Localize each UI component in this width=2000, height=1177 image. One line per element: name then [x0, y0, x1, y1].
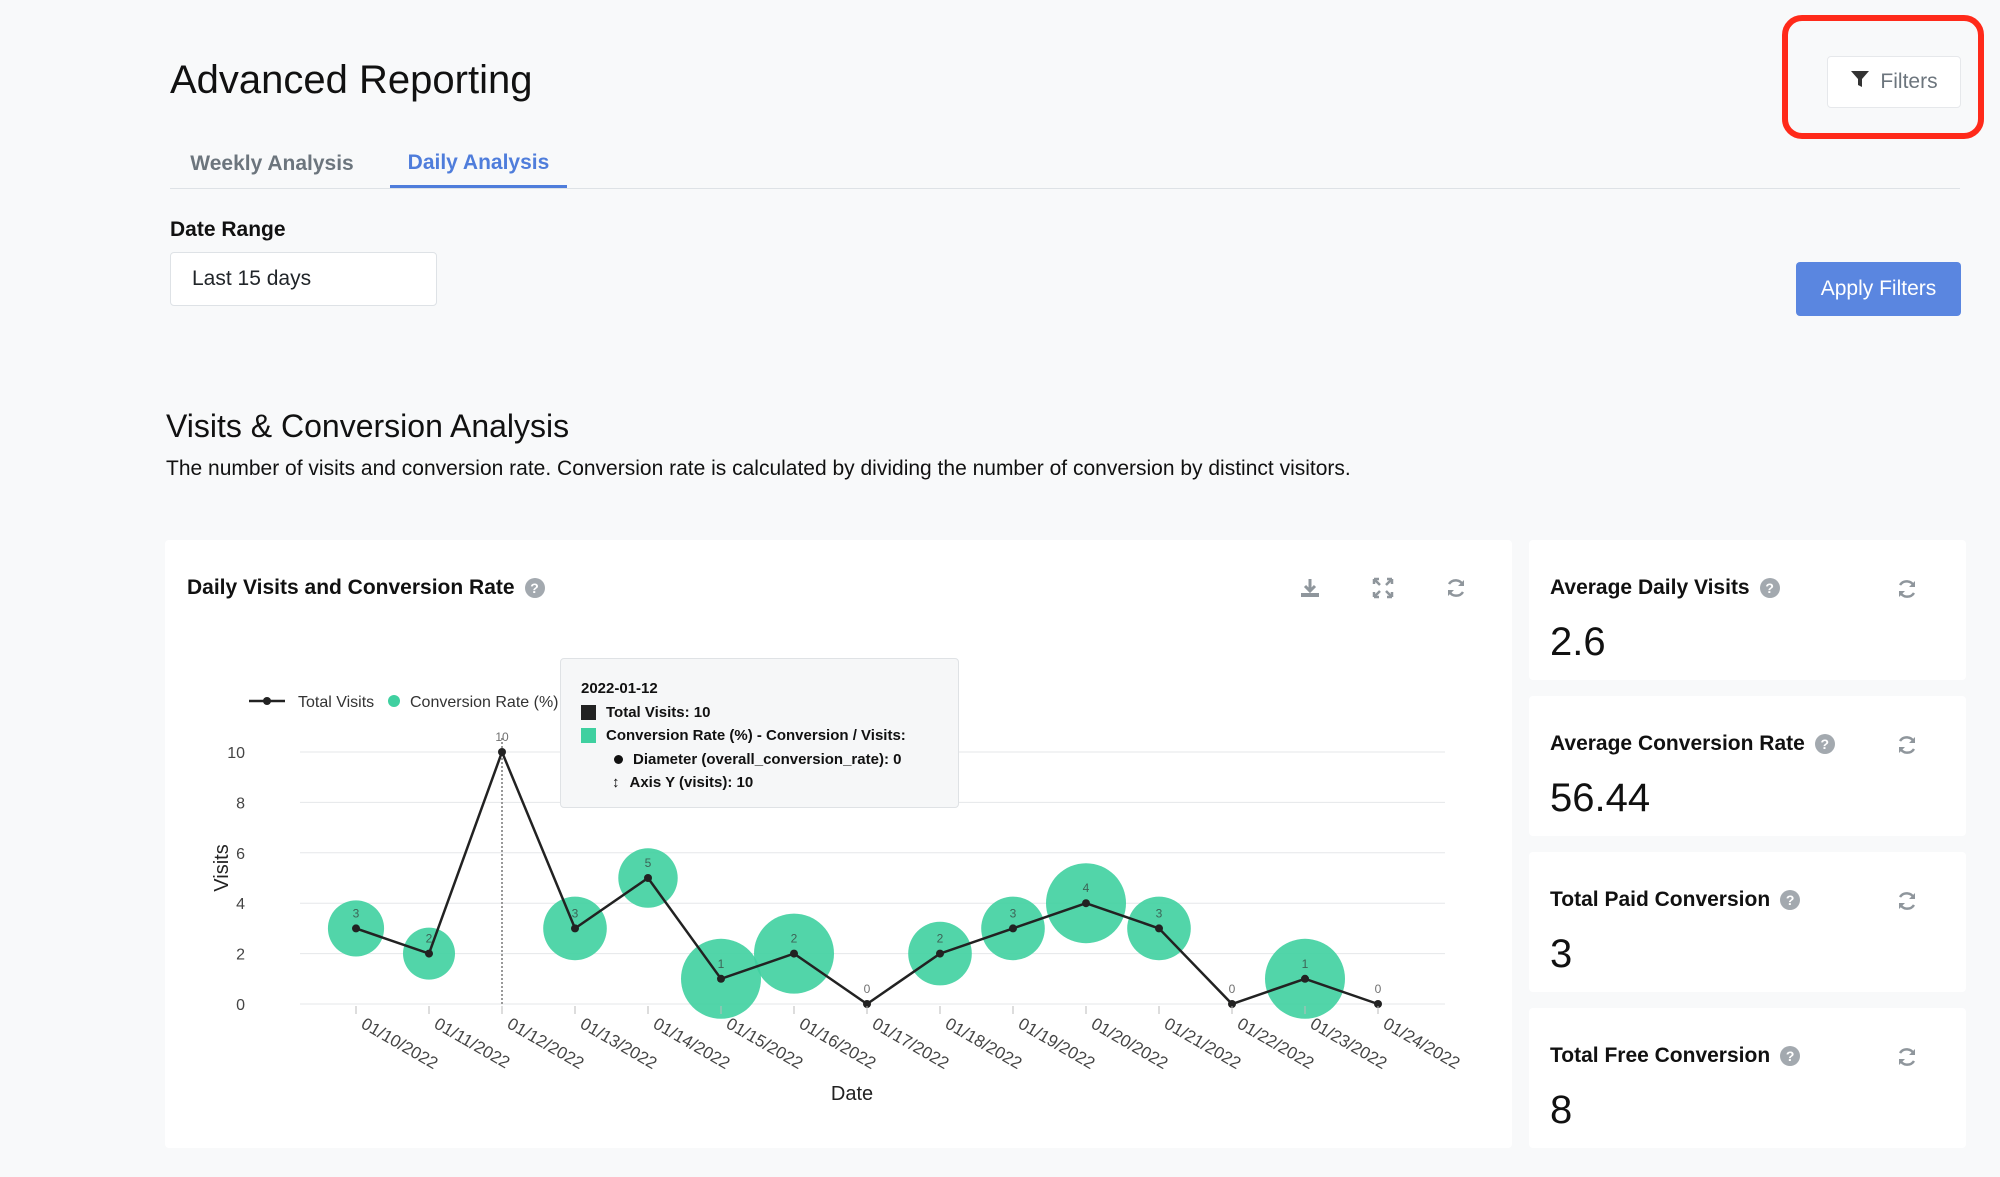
stat-title: Average Conversion Rate	[1550, 732, 1805, 755]
vertical-arrow-icon: ↕	[612, 774, 620, 791]
stat-title-row: Total Free Conversion ?	[1550, 1044, 1801, 1068]
tooltip-axis-y: Axis Y (visits): 10	[629, 774, 754, 791]
refresh-icon[interactable]	[1892, 730, 1922, 760]
tooltip-conversion-row: Conversion Rate (%) - Conversion / Visit…	[581, 724, 938, 748]
y-tick-label: 10	[227, 745, 245, 762]
x-tick-label: 01/20/2022	[1088, 1014, 1171, 1073]
stat-value: 8	[1550, 1088, 1573, 1132]
stat-title-row: Total Paid Conversion ?	[1550, 888, 1801, 912]
data-label: 10	[495, 730, 509, 744]
x-tick-label: 01/16/2022	[796, 1014, 879, 1073]
tooltip-diameter: Diameter (overall_conversion_rate): 0	[633, 750, 902, 768]
data-label: 3	[1156, 906, 1163, 920]
data-label: 2	[937, 932, 944, 946]
data-label: 1	[718, 957, 725, 971]
chart-tooltip: 2022-01-12 Total Visits: 10 Conversion R…	[560, 658, 959, 808]
data-label: 3	[353, 906, 360, 920]
stat-title: Average Daily Visits	[1550, 576, 1750, 599]
data-label: 5	[645, 856, 652, 870]
refresh-icon[interactable]	[1892, 574, 1922, 604]
x-tick-label: 01/18/2022	[942, 1014, 1025, 1073]
data-label: 4	[1083, 881, 1090, 895]
refresh-icon[interactable]	[1892, 1042, 1922, 1072]
x-tick-label: 01/23/2022	[1307, 1014, 1390, 1073]
stat-card-average-conversion-rate: Average Conversion Rate ? 56.44	[1529, 696, 1966, 836]
stat-card-average-daily-visits: Average Daily Visits ? 2.6	[1529, 540, 1966, 680]
stat-card-total-free-conversion: Total Free Conversion ? 8	[1529, 1008, 1966, 1148]
x-tick-label: 01/21/2022	[1161, 1014, 1244, 1073]
visits-point	[498, 748, 506, 756]
tooltip-total-visits: Total Visits: 10	[606, 703, 711, 721]
data-label: 3	[1010, 906, 1017, 920]
visits-point	[644, 874, 652, 882]
legend-label: Total Visits	[298, 694, 374, 711]
data-label: 3	[572, 906, 579, 920]
help-icon[interactable]: ?	[1814, 734, 1835, 754]
data-label: 1	[1302, 957, 1309, 971]
stat-title-row: Average Conversion Rate ?	[1550, 732, 1835, 756]
stat-value: 3	[1550, 932, 1573, 976]
tooltip-diameter-row: Diameter (overall_conversion_rate): 0	[581, 748, 938, 772]
tooltip-date: 2022-01-12	[581, 680, 658, 697]
stat-value: 2.6	[1550, 620, 1606, 664]
stat-value: 56.44	[1550, 776, 1651, 820]
y-tick-label: 6	[236, 846, 245, 863]
x-tick-label: 01/14/2022	[650, 1014, 733, 1073]
tooltip-axis-row: ↕ Axis Y (visits): 10	[581, 771, 938, 795]
data-label: 2	[426, 932, 433, 946]
bullet-icon	[614, 754, 623, 764]
visits-point	[790, 949, 798, 958]
x-tick-label: 01/15/2022	[723, 1014, 806, 1073]
legend-label: Conversion Rate (%)	[410, 694, 559, 711]
tooltip-conversion-header: Conversion Rate (%) - Conversion / Visit…	[606, 727, 906, 744]
visits-point	[1301, 974, 1309, 983]
x-tick-label: 01/11/2022	[431, 1014, 513, 1072]
x-tick-label: 01/10/2022	[358, 1014, 441, 1073]
stat-title-row: Average Daily Visits ?	[1550, 576, 1780, 600]
x-tick-label: 01/17/2022	[869, 1014, 952, 1073]
x-axis-title: Date	[831, 1083, 873, 1105]
help-icon[interactable]: ?	[1780, 890, 1801, 910]
visits-point	[1009, 924, 1017, 933]
data-label: 0	[1229, 982, 1236, 996]
visits-point	[425, 949, 433, 958]
conversion-swatch	[581, 728, 596, 744]
y-tick-label: 4	[236, 896, 245, 913]
y-tick-label: 2	[236, 947, 245, 964]
help-icon[interactable]: ?	[1780, 1046, 1801, 1066]
visits-point	[936, 949, 944, 958]
tooltip-total-visits-row: Total Visits: 10	[581, 701, 938, 725]
data-label: 0	[864, 982, 871, 996]
x-tick-label: 01/12/2022	[504, 1014, 587, 1073]
visits-point	[717, 974, 725, 983]
total-visits-swatch	[581, 704, 596, 720]
x-tick-label: 01/22/2022	[1234, 1014, 1317, 1073]
data-label: 0	[1375, 982, 1382, 996]
help-icon[interactable]: ?	[1759, 578, 1780, 598]
visits-point	[571, 924, 579, 933]
y-tick-label: 0	[236, 997, 245, 1014]
visits-point	[352, 924, 360, 933]
legend-bubble-swatch	[388, 695, 400, 707]
x-tick-label: 01/13/2022	[577, 1014, 660, 1073]
visits-point	[1155, 924, 1163, 933]
y-axis-title: Visits	[211, 844, 233, 891]
refresh-icon[interactable]	[1892, 886, 1922, 916]
y-tick-label: 8	[236, 795, 245, 812]
stat-title: Total Free Conversion	[1550, 1044, 1771, 1067]
legend-line-marker	[263, 697, 271, 705]
stat-title: Total Paid Conversion	[1550, 888, 1771, 911]
data-label: 2	[791, 932, 798, 946]
x-tick-label: 01/24/2022	[1380, 1014, 1463, 1073]
stat-card-total-paid-conversion: Total Paid Conversion ? 3	[1529, 852, 1966, 992]
x-tick-label: 01/19/2022	[1015, 1014, 1098, 1073]
visits-point	[1082, 899, 1090, 908]
